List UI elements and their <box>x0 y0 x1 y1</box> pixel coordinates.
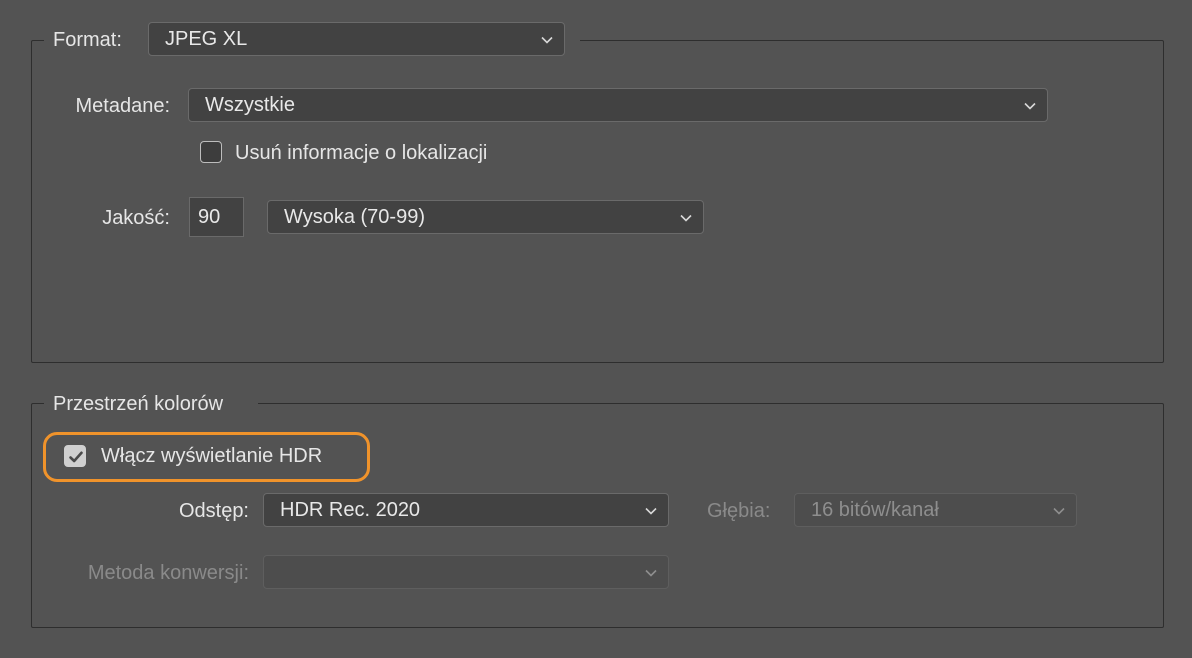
quality-select-value: Wysoka (70-99) <box>284 206 425 228</box>
metadata-label: Metadane: <box>75 95 170 117</box>
format-label: Format: <box>53 29 122 51</box>
hdr-label: Włącz wyświetlanie HDR <box>101 445 323 467</box>
format-select[interactable]: JPEG XL <box>148 22 565 56</box>
hdr-checkbox[interactable] <box>64 445 86 467</box>
conversion-select[interactable] <box>263 555 669 589</box>
space-select-value: HDR Rec. 2020 <box>280 499 421 521</box>
space-select[interactable]: HDR Rec. 2020 <box>263 493 669 527</box>
quality-input[interactable]: 90 <box>189 197 244 237</box>
conversion-label: Metoda konwersji: <box>87 562 249 584</box>
quality-label: Jakość: <box>102 207 170 229</box>
chevron-down-icon <box>1023 99 1037 113</box>
chevron-down-icon <box>679 211 693 225</box>
chevron-down-icon <box>540 33 554 47</box>
space-label: Odstęp: <box>178 500 249 522</box>
format-select-value: JPEG XL <box>165 28 248 50</box>
depth-select-value: 16 bitów/kanał <box>811 499 939 521</box>
remove-location-checkbox[interactable] <box>200 141 222 163</box>
depth-label: Głębia: <box>707 500 771 522</box>
quality-select[interactable]: Wysoka (70-99) <box>267 200 704 234</box>
depth-select[interactable]: 16 bitów/kanał <box>794 493 1077 527</box>
remove-location-label: Usuń informacje o lokalizacji <box>235 142 488 164</box>
metadata-select-value: Wszystkie <box>205 94 295 116</box>
checkmark-icon <box>69 451 83 463</box>
chevron-down-icon <box>1052 504 1066 518</box>
chevron-down-icon <box>644 566 658 580</box>
color-space-title: Przestrzeń kolorów <box>53 393 224 415</box>
chevron-down-icon <box>644 504 658 518</box>
metadata-select[interactable]: Wszystkie <box>188 88 1048 122</box>
